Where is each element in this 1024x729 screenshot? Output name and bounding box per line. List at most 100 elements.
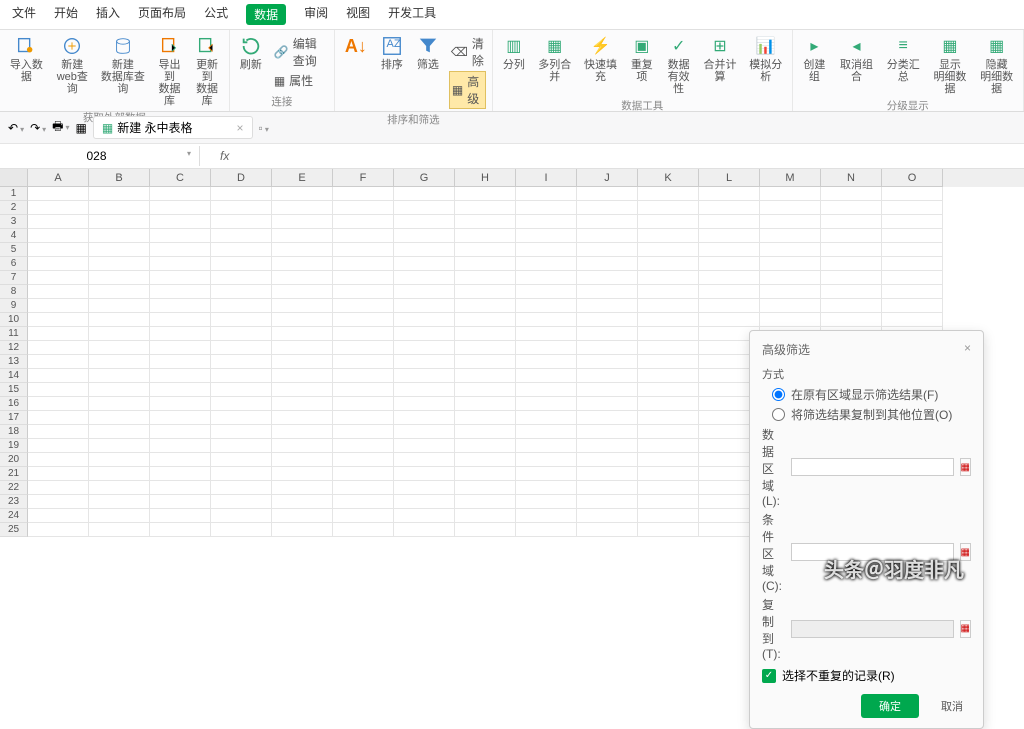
cell[interactable] (638, 495, 699, 509)
cell[interactable] (150, 257, 211, 271)
col-header[interactable]: I (516, 169, 577, 187)
cell[interactable] (455, 411, 516, 425)
cell[interactable] (272, 243, 333, 257)
cell[interactable] (394, 299, 455, 313)
properties-button[interactable]: ▦属性 (272, 71, 328, 90)
radio-in-place[interactable]: 在原有区域显示筛选结果(F) (772, 386, 971, 403)
cell[interactable] (821, 229, 882, 243)
cell[interactable] (28, 453, 89, 467)
cell[interactable] (638, 327, 699, 341)
cell[interactable] (272, 397, 333, 411)
cell[interactable] (333, 523, 394, 537)
menu-数据[interactable]: 数据 (246, 4, 286, 25)
close-tab-icon[interactable]: × (237, 121, 244, 135)
row-header[interactable]: 15 (0, 383, 28, 397)
filter-button[interactable]: 筛选 (411, 32, 445, 111)
cell[interactable] (760, 271, 821, 285)
col-header[interactable]: C (150, 169, 211, 187)
cell[interactable] (760, 215, 821, 229)
cell[interactable] (211, 229, 272, 243)
ribbon-分列[interactable]: ▥分列 (497, 32, 531, 97)
cell[interactable] (333, 215, 394, 229)
cell[interactable] (272, 187, 333, 201)
menu-开发工具[interactable]: 开发工具 (388, 4, 436, 25)
cell[interactable] (150, 481, 211, 495)
cell[interactable] (638, 383, 699, 397)
cell[interactable] (333, 467, 394, 481)
cell[interactable] (89, 313, 150, 327)
ribbon-快速填充[interactable]: ⚡快速填充 (579, 32, 623, 97)
range-picker-icon[interactable]: ▦ (960, 620, 971, 638)
cell[interactable] (455, 201, 516, 215)
cell[interactable] (333, 495, 394, 509)
cell[interactable] (455, 243, 516, 257)
cell[interactable] (882, 201, 943, 215)
cell[interactable] (211, 187, 272, 201)
menu-插入[interactable]: 插入 (96, 4, 120, 25)
cell[interactable] (28, 523, 89, 537)
cell[interactable] (577, 411, 638, 425)
cell[interactable] (638, 187, 699, 201)
cell[interactable] (28, 495, 89, 509)
cell[interactable] (455, 383, 516, 397)
refresh-button[interactable]: 刷新 (234, 32, 268, 93)
cell[interactable] (577, 439, 638, 453)
cell[interactable] (455, 215, 516, 229)
cell[interactable] (28, 355, 89, 369)
cell[interactable] (28, 467, 89, 481)
cell[interactable] (89, 243, 150, 257)
cell[interactable] (272, 201, 333, 215)
cell[interactable] (150, 495, 211, 509)
menu-文件[interactable]: 文件 (12, 4, 36, 25)
cell[interactable] (333, 369, 394, 383)
cell[interactable] (333, 341, 394, 355)
cell[interactable] (150, 341, 211, 355)
cell[interactable] (150, 467, 211, 481)
cell[interactable] (333, 271, 394, 285)
row-header[interactable]: 9 (0, 299, 28, 313)
cell[interactable] (333, 481, 394, 495)
cell[interactable] (28, 271, 89, 285)
menu-公式[interactable]: 公式 (204, 4, 228, 25)
cell[interactable] (455, 369, 516, 383)
cell[interactable] (516, 285, 577, 299)
cell[interactable] (699, 299, 760, 313)
cell[interactable] (150, 439, 211, 453)
cell[interactable] (211, 509, 272, 523)
ribbon-数据有效性[interactable]: ✓数据有效性 (661, 32, 696, 97)
cell[interactable] (394, 509, 455, 523)
cell[interactable] (28, 509, 89, 523)
cell[interactable] (394, 257, 455, 271)
cell[interactable] (211, 425, 272, 439)
cell[interactable] (455, 257, 516, 271)
cell[interactable] (89, 229, 150, 243)
cell[interactable] (577, 453, 638, 467)
cell[interactable] (638, 397, 699, 411)
cell[interactable] (89, 271, 150, 285)
cell[interactable] (89, 299, 150, 313)
cell[interactable] (882, 299, 943, 313)
cell[interactable] (272, 523, 333, 537)
cell[interactable] (577, 215, 638, 229)
row-header[interactable]: 16 (0, 397, 28, 411)
cell[interactable] (821, 285, 882, 299)
cell[interactable] (638, 271, 699, 285)
cell[interactable] (211, 369, 272, 383)
cell[interactable] (333, 453, 394, 467)
cell[interactable] (577, 201, 638, 215)
cell[interactable] (28, 299, 89, 313)
cell[interactable] (89, 453, 150, 467)
advanced-button[interactable]: ▦高级 (449, 71, 486, 109)
cell[interactable] (394, 201, 455, 215)
cell[interactable] (211, 341, 272, 355)
cell[interactable] (577, 313, 638, 327)
cell[interactable] (333, 383, 394, 397)
cell[interactable] (699, 215, 760, 229)
cell[interactable] (577, 285, 638, 299)
cell[interactable] (455, 397, 516, 411)
cell[interactable] (150, 215, 211, 229)
cell[interactable] (455, 425, 516, 439)
cell[interactable] (89, 201, 150, 215)
ribbon-合并计算[interactable]: ⊞合并计算 (698, 32, 742, 97)
cell[interactable] (272, 313, 333, 327)
